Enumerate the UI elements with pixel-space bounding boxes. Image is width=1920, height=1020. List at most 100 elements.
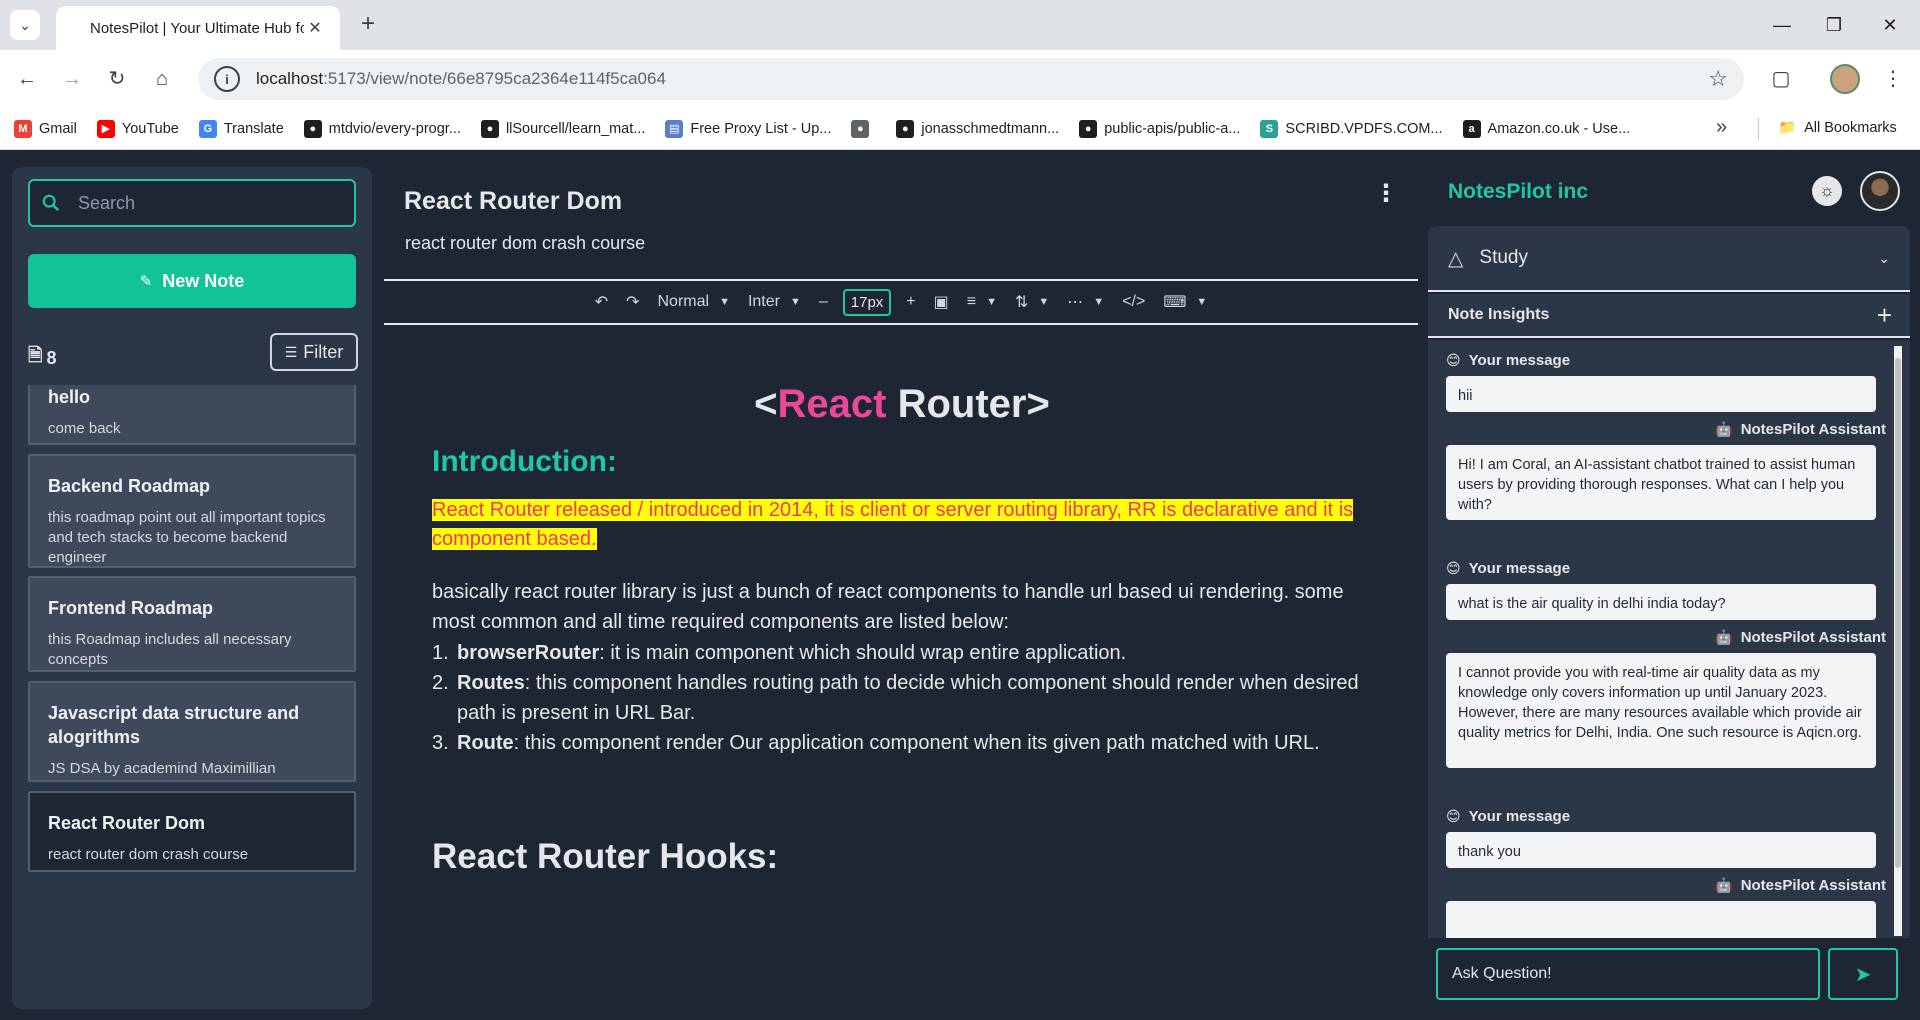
more-bookmarks-icon[interactable]: »: [1716, 116, 1727, 139]
minimize-window-icon[interactable]: —: [1762, 10, 1802, 40]
format-dropdown[interactable]: ⌨ ▼: [1163, 292, 1207, 312]
smile-icon: 😊: [1446, 352, 1461, 368]
decrease-font-icon[interactable]: –: [819, 293, 828, 311]
align-dropdown[interactable]: ≡ ▼: [967, 293, 997, 311]
note-card[interactable]: Backend Roadmap this roadmap point out a…: [28, 454, 356, 568]
note-card[interactable]: hello come back: [28, 385, 356, 445]
bookmark-item[interactable]: ● public-apis/public-a...: [1079, 119, 1240, 138]
ask-question-box[interactable]: [1436, 948, 1820, 1000]
extensions-icon[interactable]: ▢: [1766, 64, 1796, 94]
bullet-list-icon: ⋯: [1067, 294, 1084, 311]
bookmark-item[interactable]: ● jonasschmedtmann...: [896, 119, 1059, 138]
search-input[interactable]: [78, 192, 328, 214]
back-arrow-icon[interactable]: ←: [12, 64, 42, 94]
font-family-dropdown[interactable]: Inter ▼: [748, 293, 801, 311]
bookmark-item[interactable]: ▶ YouTube: [96, 119, 179, 138]
line-height-dropdown[interactable]: ⇅ ▼: [1015, 292, 1049, 312]
list-dropdown[interactable]: ⋯ ▼: [1067, 292, 1104, 312]
assistant-message-bubble: Hi! I am Coral, an AI-assistant chatbot …: [1446, 445, 1876, 520]
list-item: 1. browserRouter: it is main component wh…: [432, 638, 1372, 668]
note-count: 🗎 8: [28, 343, 57, 373]
url-text[interactable]: localhost:5173/view/note/66e8795ca2364e1…: [256, 69, 1708, 89]
send-button[interactable]: ➤: [1828, 948, 1898, 1000]
bookmark-item[interactable]: a Amazon.co.uk - Use...: [1462, 119, 1630, 138]
profile-avatar[interactable]: [1830, 64, 1860, 94]
address-bar[interactable]: i localhost:5173/view/note/66e8795ca2364…: [198, 58, 1744, 100]
bookmark-item[interactable]: ●: [851, 119, 876, 138]
note-title: hello: [48, 387, 91, 407]
bookmark-label: llSourcell/learn_mat...: [505, 120, 646, 137]
insert-image-icon[interactable]: ▣: [934, 292, 949, 312]
site-info-icon[interactable]: i: [214, 66, 240, 92]
note-subtitle[interactable]: react router dom crash course: [405, 233, 645, 254]
bookmark-item[interactable]: ● mtdvio/every-progr...: [303, 119, 461, 138]
assistant-message-bubble: I cannot provide you with real-time air …: [1446, 653, 1876, 768]
theme-toggle-sun-icon[interactable]: ☼: [1812, 176, 1842, 206]
chat-scrollbar[interactable]: [1894, 346, 1902, 936]
restore-window-icon[interactable]: ❐: [1814, 10, 1854, 40]
bookmark-item[interactable]: M Gmail: [14, 119, 77, 138]
study-dropdown[interactable]: △ Study ⌄: [1428, 226, 1910, 292]
add-insight-plus-icon[interactable]: +: [1877, 300, 1892, 331]
search-box[interactable]: [28, 179, 356, 227]
ask-question-input[interactable]: [1452, 965, 1802, 983]
forward-arrow-icon[interactable]: →: [57, 64, 87, 94]
sender-label: NotesPilot Assistant: [1740, 629, 1886, 646]
tab-close-icon[interactable]: ✕: [304, 18, 326, 38]
url-host: localhost: [256, 69, 324, 88]
note-options-icon[interactable]: ⋮: [1374, 182, 1398, 206]
bookmark-label: Free Proxy List - Up...: [690, 120, 832, 137]
filter-label: Filter: [303, 341, 344, 362]
list-number: 1.: [432, 642, 449, 664]
tab-search-chevron-icon[interactable]: ⌄: [10, 10, 40, 40]
code-icon[interactable]: </>: [1122, 293, 1145, 311]
bookmark-item[interactable]: S SCRIBD.VPDFS.COM...: [1260, 119, 1443, 138]
bookmark-item[interactable]: ● llSourcell/learn_mat...: [480, 119, 646, 138]
new-tab-plus-icon[interactable]: +: [352, 9, 384, 41]
note-title: Javascript data structure and alogrithms: [48, 703, 300, 747]
reload-icon[interactable]: ↻: [102, 64, 132, 94]
hooks-heading: React Router Hooks:: [432, 837, 779, 876]
user-message-bubble: thank you: [1446, 832, 1876, 868]
content-paragraph: basically react router library is just a…: [432, 581, 1344, 633]
smile-icon: 😊: [1446, 808, 1461, 824]
chat-messages[interactable]: 😊 Your message hii 🤖 NotesPilot Assistant …: [1428, 340, 1910, 938]
filter-icon: ☰: [284, 343, 298, 360]
bookmark-item[interactable]: G Translate: [198, 119, 284, 138]
note-insights-label: Note Insights: [1448, 306, 1550, 323]
font-family-value: Inter: [747, 293, 780, 310]
note-card[interactable]: Javascript data structure and alogrithms…: [28, 681, 356, 782]
globe-icon: ●: [851, 119, 870, 138]
user-avatar[interactable]: [1860, 171, 1900, 211]
bookmark-label: Translate: [223, 120, 284, 137]
heading-pink-word: React: [777, 382, 887, 426]
browser-menu-icon[interactable]: ⋮: [1878, 64, 1908, 94]
note-content[interactable]: <React Router> Introduction: React Route…: [432, 325, 1372, 1020]
close-window-icon[interactable]: ✕: [1870, 10, 1910, 40]
document-icon: 🗎: [28, 345, 43, 365]
redo-icon[interactable]: ↷: [626, 292, 639, 312]
note-description: JS DSA by academind Maximillian: [48, 760, 276, 777]
filter-button[interactable]: ☰ Filter: [270, 333, 358, 371]
undo-icon[interactable]: ↶: [595, 292, 608, 312]
note-title-heading[interactable]: React Router Dom: [404, 187, 622, 216]
scribd-icon: S: [1260, 119, 1279, 138]
bookmark-item[interactable]: ▤ Free Proxy List - Up...: [665, 119, 832, 138]
block-type-dropdown[interactable]: Normal ▼: [658, 293, 730, 311]
increase-font-icon[interactable]: +: [906, 293, 915, 311]
all-bookmarks-button[interactable]: 📁 All Bookmarks: [1778, 119, 1897, 137]
list-number: 2.: [432, 672, 449, 694]
home-icon[interactable]: ⌂: [147, 64, 177, 94]
font-size-input[interactable]: 17px: [842, 288, 892, 316]
list-item: 3. Route: this component render Our appli…: [432, 728, 1372, 758]
chevron-down-icon: ▼: [1196, 296, 1208, 308]
note-card-active[interactable]: React Router Dom react router dom crash …: [28, 791, 356, 872]
browser-tab-active[interactable]: NotesPilot | Your Ultimate Hub for ✕: [56, 6, 340, 50]
robot-icon: 🤖: [1715, 629, 1733, 645]
scrollbar-thumb[interactable]: [1895, 358, 1901, 868]
sender-label: Your message: [1468, 808, 1571, 825]
url-path: :5173/view/note/66e8795ca2364e114f5ca064: [323, 69, 666, 88]
note-card[interactable]: Frontend Roadmap this Roadmap includes a…: [28, 576, 356, 672]
bookmark-star-icon[interactable]: ☆: [1708, 66, 1728, 92]
new-note-button[interactable]: ✎ New Note: [28, 254, 356, 308]
